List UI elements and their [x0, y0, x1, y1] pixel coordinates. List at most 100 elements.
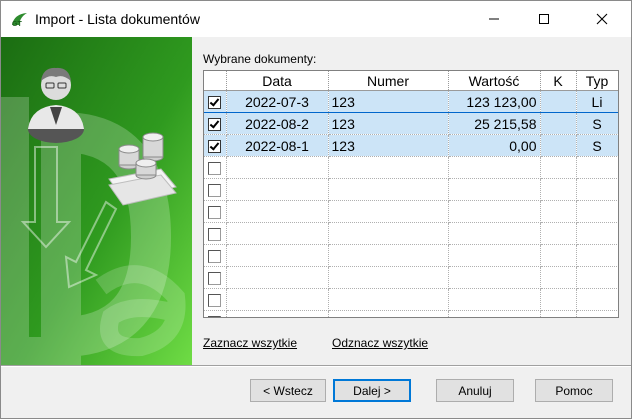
cell-k[interactable]: [540, 266, 577, 289]
column-header-k[interactable]: K: [540, 71, 577, 91]
row-checkbox-cell[interactable]: [204, 244, 227, 267]
cell-value[interactable]: [448, 178, 541, 201]
row-checkbox-cell[interactable]: [204, 310, 227, 317]
cell-k[interactable]: [540, 156, 577, 179]
select-all-link[interactable]: Zaznacz wszytkie: [203, 336, 297, 350]
cell-k[interactable]: [540, 90, 577, 113]
table-row[interactable]: 2022-08-2 123 25 215,58 S: [204, 112, 618, 135]
cell-date[interactable]: [226, 266, 329, 289]
cell-value[interactable]: [448, 200, 541, 223]
cell-date[interactable]: 2022-08-1: [226, 134, 329, 157]
cell-number[interactable]: [328, 244, 449, 267]
cell-number[interactable]: [328, 288, 449, 311]
row-checkbox-cell[interactable]: [204, 288, 227, 311]
cell-k[interactable]: [540, 288, 577, 311]
table-row[interactable]: [204, 244, 618, 267]
table-row[interactable]: [204, 288, 618, 311]
row-checkbox[interactable]: [208, 96, 222, 110]
row-checkbox[interactable]: [208, 118, 222, 132]
cell-value[interactable]: [448, 288, 541, 311]
title-bar[interactable]: GT Import - Lista dokumentów: [1, 1, 631, 37]
row-checkbox[interactable]: [208, 140, 222, 154]
cell-type[interactable]: [576, 244, 618, 267]
cell-date[interactable]: [226, 244, 329, 267]
cell-date[interactable]: [226, 288, 329, 311]
cell-value[interactable]: [448, 156, 541, 179]
column-header-check[interactable]: [204, 71, 227, 91]
cell-date[interactable]: [226, 310, 329, 317]
cell-type[interactable]: [576, 156, 618, 179]
row-checkbox[interactable]: [208, 184, 222, 198]
row-checkbox-cell[interactable]: [204, 112, 227, 135]
table-row[interactable]: 2022-07-3 123 123 123,00 Li: [204, 90, 618, 113]
cell-k[interactable]: [540, 112, 577, 135]
row-checkbox[interactable]: [208, 206, 222, 220]
cell-number[interactable]: [328, 266, 449, 289]
back-button[interactable]: < Wstecz: [250, 379, 326, 402]
row-checkbox[interactable]: [208, 294, 222, 308]
cell-number[interactable]: 123: [328, 134, 449, 157]
cell-number[interactable]: [328, 310, 449, 317]
row-checkbox-cell[interactable]: [204, 156, 227, 179]
row-checkbox[interactable]: [208, 162, 222, 176]
cell-date[interactable]: [226, 222, 329, 245]
table-row[interactable]: [204, 310, 618, 317]
column-header-type[interactable]: Typ: [576, 71, 618, 91]
cell-date[interactable]: 2022-07-3: [226, 90, 329, 113]
cell-type[interactable]: S: [576, 134, 618, 157]
cell-value[interactable]: 0,00: [448, 134, 541, 157]
deselect-all-link[interactable]: Odznacz wszytkie: [332, 336, 428, 350]
row-checkbox-cell[interactable]: [204, 134, 227, 157]
table-row[interactable]: 2022-08-1 123 0,00 S: [204, 134, 618, 157]
cell-k[interactable]: [540, 178, 577, 201]
cell-type[interactable]: S: [576, 112, 618, 135]
table-row[interactable]: [204, 200, 618, 223]
cell-value[interactable]: 123 123,00: [448, 90, 541, 113]
cell-type[interactable]: [576, 200, 618, 223]
cell-k[interactable]: [540, 134, 577, 157]
cell-number[interactable]: [328, 222, 449, 245]
cell-number[interactable]: [328, 156, 449, 179]
documents-grid[interactable]: Data Numer Wartość K Typ 2022-07-3 123 123…: [203, 70, 619, 318]
table-row[interactable]: [204, 222, 618, 245]
cell-number[interactable]: [328, 178, 449, 201]
row-checkbox-cell[interactable]: [204, 200, 227, 223]
table-row[interactable]: [204, 266, 618, 289]
row-checkbox-cell[interactable]: [204, 178, 227, 201]
cell-type[interactable]: [576, 222, 618, 245]
cell-number[interactable]: [328, 200, 449, 223]
column-header-date[interactable]: Data: [226, 71, 329, 91]
cell-value[interactable]: 25 215,58: [448, 112, 541, 135]
row-checkbox[interactable]: [208, 250, 222, 264]
maximize-button[interactable]: [521, 1, 567, 37]
cell-k[interactable]: [540, 200, 577, 223]
cell-type[interactable]: [576, 310, 618, 317]
cell-date[interactable]: [226, 200, 329, 223]
cell-number[interactable]: 123: [328, 112, 449, 135]
row-checkbox-cell[interactable]: [204, 222, 227, 245]
cell-k[interactable]: [540, 244, 577, 267]
cell-value[interactable]: [448, 266, 541, 289]
row-checkbox[interactable]: [208, 228, 222, 242]
minimize-button[interactable]: [471, 1, 517, 37]
cell-type[interactable]: [576, 288, 618, 311]
table-row[interactable]: [204, 156, 618, 179]
table-row[interactable]: [204, 178, 618, 201]
cancel-button[interactable]: Anuluj: [436, 379, 514, 402]
cell-value[interactable]: [448, 222, 541, 245]
cell-value[interactable]: [448, 244, 541, 267]
cell-type[interactable]: Li: [576, 90, 618, 113]
row-checkbox-cell[interactable]: [204, 266, 227, 289]
next-button[interactable]: Dalej >: [333, 379, 411, 402]
cell-date[interactable]: 2022-08-2: [226, 112, 329, 135]
cell-value[interactable]: [448, 310, 541, 317]
column-header-number[interactable]: Numer: [328, 71, 449, 91]
cell-number[interactable]: 123: [328, 90, 449, 113]
row-checkbox-cell[interactable]: [204, 90, 227, 113]
row-checkbox[interactable]: [208, 316, 222, 317]
cell-k[interactable]: [540, 310, 577, 317]
close-button[interactable]: [579, 1, 625, 37]
cell-k[interactable]: [540, 222, 577, 245]
help-button[interactable]: Pomoc: [535, 379, 613, 402]
cell-date[interactable]: [226, 156, 329, 179]
